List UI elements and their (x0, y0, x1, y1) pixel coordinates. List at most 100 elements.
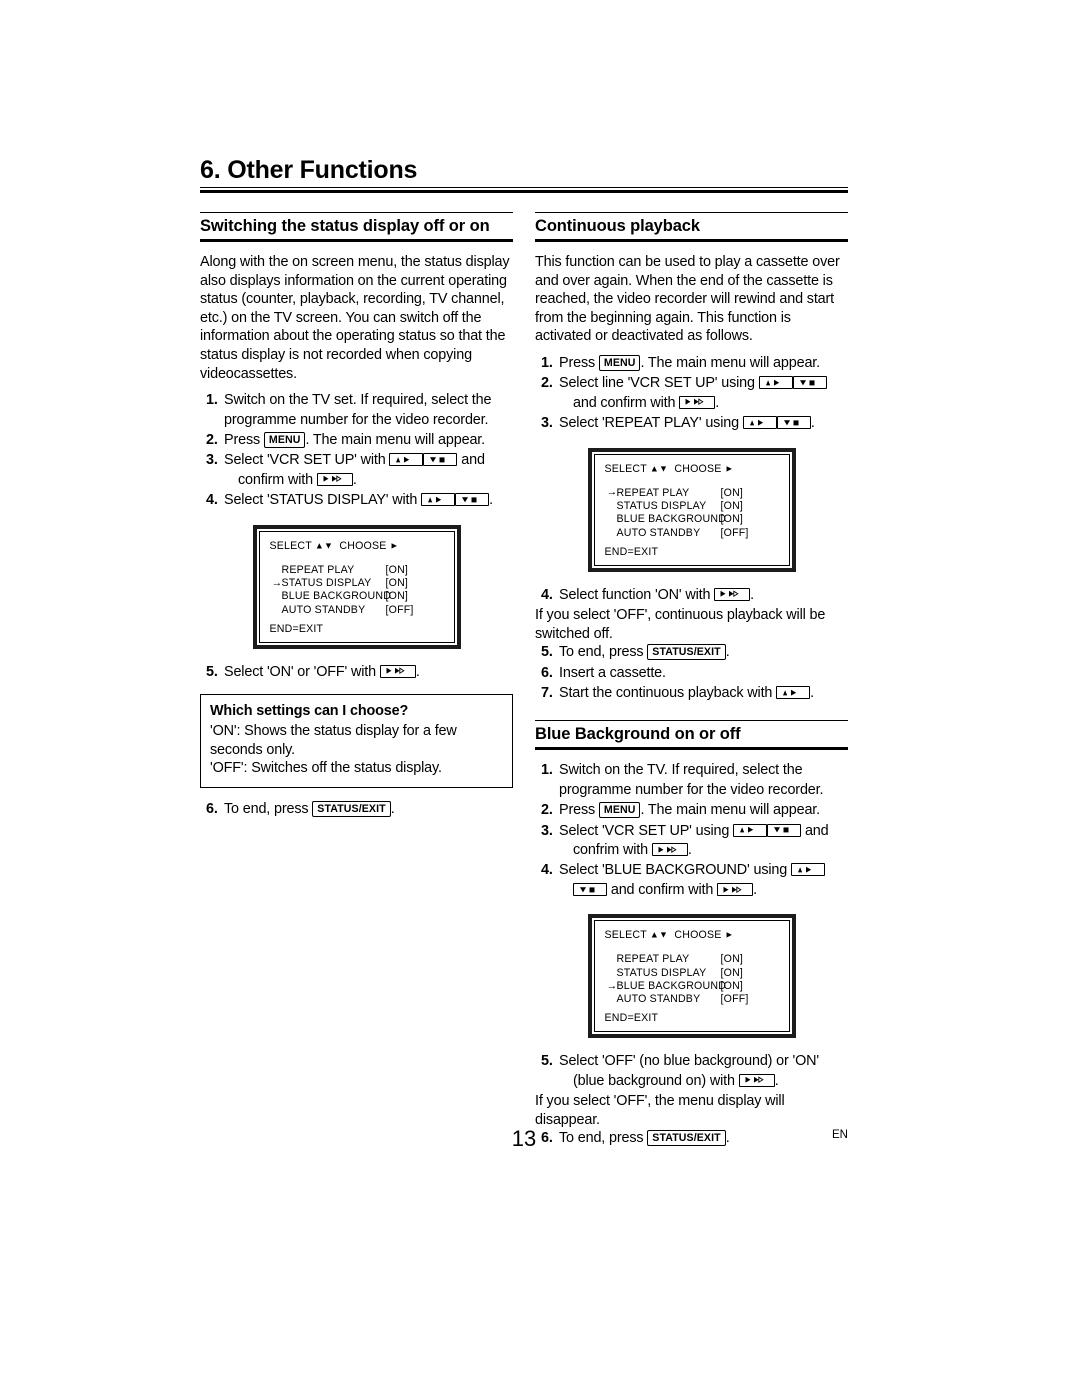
list-item: 4. Select function 'ON' with . (535, 586, 848, 605)
list-item: 7. Start the continuous playback with . (535, 684, 848, 703)
step-text: To end, press (559, 644, 648, 661)
step-list-status-display-end: 6. To end, press STATUS/EXIT. (200, 800, 513, 819)
up-right-button-icon (733, 823, 768, 837)
step-number: 4. (206, 492, 218, 509)
step-text: . (774, 1072, 779, 1089)
osd-header-select: SELECT (269, 539, 312, 552)
step-text: . The main menu will appear. (640, 354, 820, 371)
step-text: and (457, 452, 485, 469)
step-number: 6. (541, 664, 553, 681)
selection-arrow-icon: → (606, 486, 618, 499)
osd-end-label: END=EXIT (604, 1012, 659, 1025)
osd-inner-frame: SELECT ▲▼ CHOOSE ► REPEAT PLAY [ON] → STAT… (258, 530, 455, 643)
info-box-question: Which settings can I choose? (210, 703, 409, 719)
table-row: REPEAT PLAY [ON] (617, 953, 780, 966)
list-item: 6. Insert a cassette. (535, 664, 848, 683)
down-triangle-icon: ▼ (659, 463, 669, 474)
section-heading-status-display: Switching the status display off or on (200, 212, 513, 242)
step-text: Select line 'VCR SET UP' using (559, 375, 759, 392)
list-item: 3. Select 'VCR SET UP' with and confirm w… (200, 451, 513, 490)
step-list-continuous-playback-end: 5. To end, press STATUS/EXIT. 6. Insert a … (535, 643, 848, 703)
table-row: → REPEAT PLAY [ON] (607, 486, 780, 500)
up-right-button-icon (776, 686, 811, 699)
up-right-button-icon (790, 863, 825, 877)
selection-arrow-icon: → (271, 576, 283, 589)
play-fastforward-button-icon (738, 1073, 775, 1087)
osd-end-label: END=EXIT (269, 622, 324, 635)
osd-row-list: REPEAT PLAY [ON] → STATUS DISPLAY [ON] BLUE… (270, 564, 445, 618)
step-text: Select 'ON' or 'OFF' with (224, 663, 380, 680)
down-stop-button-icon (776, 416, 811, 430)
step-text-line2: confrim with . (559, 841, 848, 860)
section-heading-continuous-playback: Continuous playback (535, 212, 848, 242)
step-text: Select function 'ON' with (559, 586, 715, 603)
osd-header: SELECT ▲▼ CHOOSE ► (605, 929, 780, 941)
step-text: Select 'VCR SET UP' with (224, 452, 390, 469)
heading-rule-bottom (200, 239, 513, 242)
menu-key-icon: MENU (598, 354, 641, 371)
table-row: STATUS DISPLAY [ON] (617, 500, 780, 513)
step-text: . (810, 685, 814, 701)
osd-menu-screen-status-display: SELECT ▲▼ CHOOSE ► REPEAT PLAY [ON] → STAT… (252, 524, 461, 649)
play-fastforward-button-icon (714, 587, 751, 601)
osd-row-value: [OFF] (385, 603, 414, 616)
step-text: Press (224, 431, 264, 448)
osd-menu-screen-repeat-play: SELECT ▲▼ CHOOSE ► → REPEAT PLAY [ON] STAT… (587, 447, 796, 572)
step-text: To end, press (224, 800, 313, 817)
step-text: Insert a cassette. (559, 664, 666, 681)
osd-header: SELECT ▲▼ CHOOSE ► (270, 540, 445, 552)
step-text: Switch on the TV. If required, select th… (559, 762, 824, 798)
osd-inner-frame: SELECT ▲▼ CHOOSE ► REPEAT PLAY [ON] STATU… (593, 920, 790, 1033)
language-code: EN (832, 1129, 848, 1141)
table-row: BLUE BACKGROUND [ON] (617, 513, 780, 526)
right-triangle-icon: ► (724, 929, 734, 940)
info-box-answer-off: 'OFF': Switches off the status display. (210, 760, 442, 777)
up-right-button-icon (758, 376, 793, 390)
osd-row-value: [ON] (385, 577, 409, 589)
step-text: . (687, 842, 692, 859)
osd-header: SELECT ▲▼ CHOOSE ► (605, 463, 780, 475)
step-text: and (801, 822, 829, 839)
step-list-continuous-playback-cont: 4. Select function 'ON' with . (535, 586, 848, 605)
osd-row-label: AUTO STANDBY (281, 603, 366, 616)
step-text: . The main menu will appear. (305, 431, 485, 448)
section-heading-label: Switching the status display off or on (200, 217, 490, 235)
step-text-line2: (blue background on) with . (559, 1072, 848, 1091)
play-fastforward-button-icon (717, 882, 754, 896)
osd-row-value: [OFF] (720, 993, 749, 1006)
step-number: 5. (541, 644, 553, 661)
step-number: 2. (541, 375, 553, 392)
osd-header-choose: CHOOSE (674, 462, 722, 475)
up-triangle-icon: ▲ (649, 463, 659, 474)
down-stop-button-icon (767, 823, 802, 837)
osd-row-value: [ON] (720, 966, 744, 979)
step-text: . (352, 471, 357, 488)
osd-menu-screen-blue-background: SELECT ▲▼ CHOOSE ► REPEAT PLAY [ON] STATU… (587, 914, 796, 1039)
osd-row-label: REPEAT PLAY (616, 953, 690, 966)
list-item: 2. Press MENU. The main menu will appear. (200, 431, 513, 450)
step-text: Select 'BLUE BACKGROUND' using (559, 862, 791, 879)
table-row: AUTO STANDBY [OFF] (617, 993, 780, 1006)
step-text: confirm with (238, 471, 317, 488)
info-box-which-settings: Which settings can I choose? 'ON': Shows… (200, 694, 513, 788)
step-text: . The main menu will appear. (640, 802, 820, 819)
section-heading-label: Blue Background on or off (535, 725, 741, 744)
osd-row-value: [ON] (720, 953, 744, 966)
table-row: STATUS DISPLAY [ON] (617, 967, 780, 980)
step-list-continuous-playback: 1. Press MENU. The main menu will appear.… (535, 354, 848, 434)
osd-row-label: REPEAT PLAY (616, 486, 690, 499)
step-text-line2: and confirm with . (559, 881, 848, 900)
chapter-rule-thick (200, 190, 848, 193)
osd-row-label: BLUE BACKGROUND (281, 590, 392, 603)
right-triangle-icon: ► (724, 463, 734, 474)
osd-row-label: AUTO STANDBY (616, 993, 701, 1006)
osd-header-choose: CHOOSE (339, 539, 387, 552)
osd-row-label: STATUS DISPLAY (616, 500, 707, 512)
info-box-answer-on: 'ON': Shows the status display for a few… (210, 723, 457, 758)
step-number: 3. (541, 415, 553, 432)
step-text: . (725, 644, 730, 661)
list-item: 3. Select 'VCR SET UP' using and confrim … (535, 822, 848, 861)
step-number: 2. (206, 431, 218, 448)
list-item: 6. To end, press STATUS/EXIT. (200, 800, 513, 819)
up-right-button-icon (421, 493, 456, 507)
